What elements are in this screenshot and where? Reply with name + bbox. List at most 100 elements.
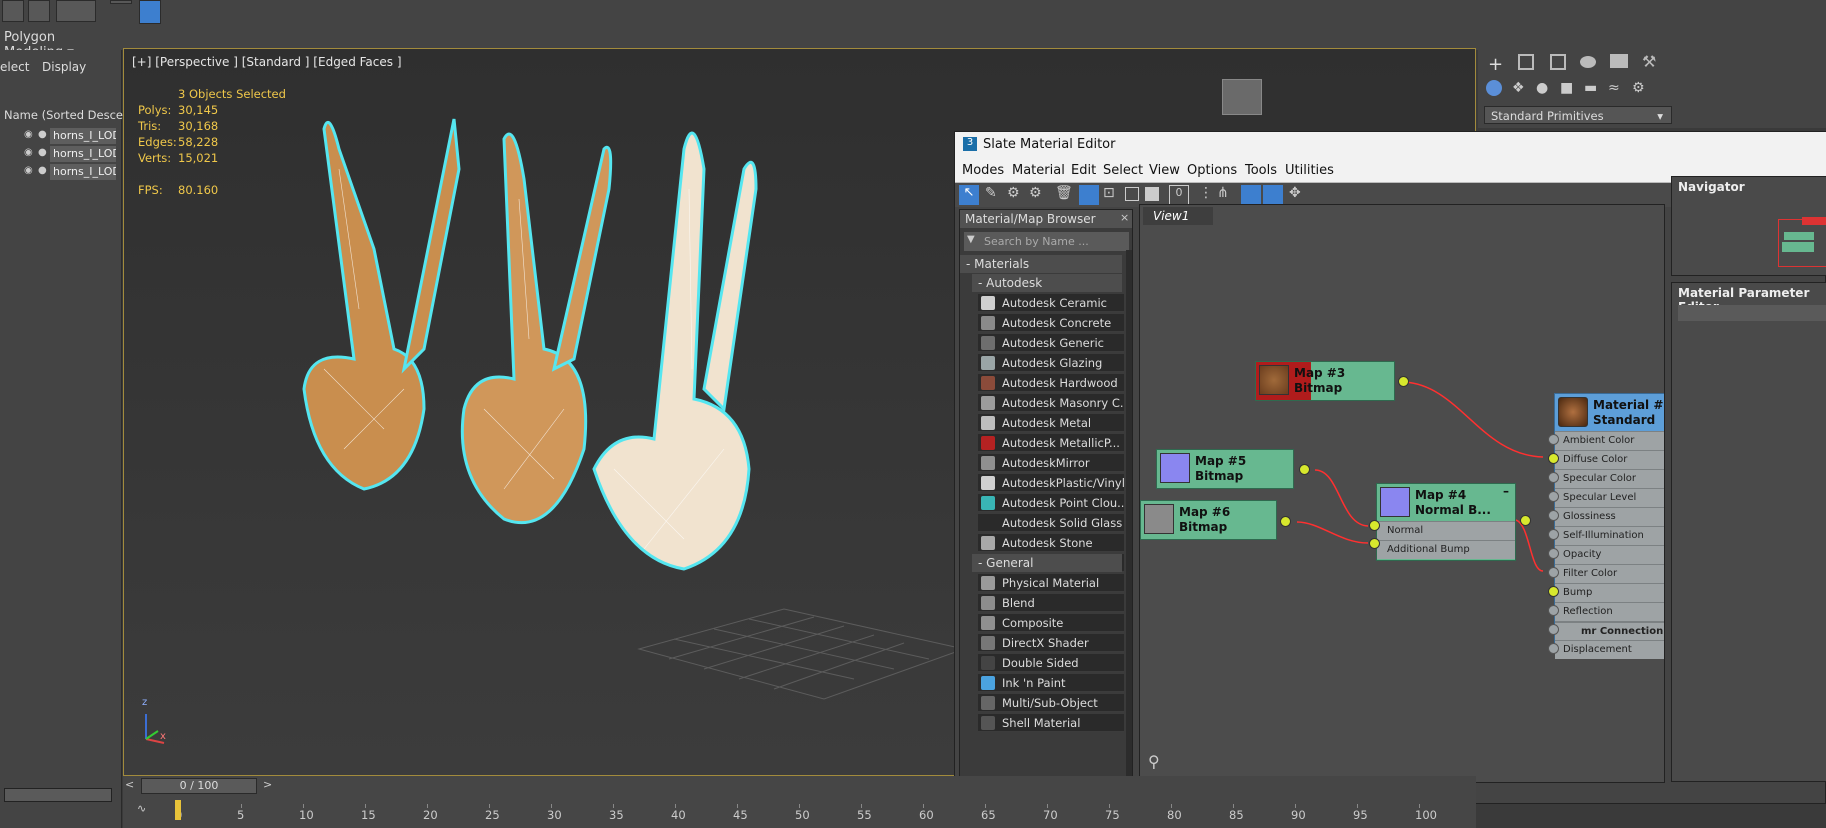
geometry-icon[interactable] [1486, 80, 1502, 96]
general-group[interactable]: - General [972, 554, 1122, 572]
column-header[interactable]: Name (Sorted Descend [4, 108, 138, 122]
select-by-material-icon[interactable]: ✥ [1289, 185, 1301, 201]
input-socket[interactable] [1548, 472, 1559, 483]
layout-children-icon[interactable]: ⋔ [1217, 185, 1229, 201]
input-socket[interactable] [1548, 605, 1559, 616]
toolbar-button[interactable] [110, 0, 132, 4]
toolbar-button[interactable] [28, 0, 50, 22]
viewcube[interactable] [1222, 79, 1262, 115]
menu-options[interactable]: Options [1187, 163, 1237, 178]
eye-icon[interactable]: ◉ [24, 165, 36, 176]
motion-tab-icon[interactable] [1580, 56, 1596, 68]
toolbar-button[interactable] [2, 0, 24, 22]
lock-icon[interactable]: ⊡ [1103, 185, 1115, 201]
put-to-scene-icon[interactable]: ⚙ [1007, 185, 1020, 201]
browser-item[interactable]: Autodesk Hardwood [978, 374, 1124, 392]
browser-item[interactable]: Autodesk MetallicP... [978, 434, 1124, 452]
scene-object-row[interactable]: horns_I_LOD [50, 146, 116, 162]
output-socket[interactable] [1520, 515, 1531, 526]
tab-select[interactable]: elect [0, 60, 29, 74]
tab-display[interactable]: Display [42, 60, 86, 74]
browser-item[interactable]: Ink 'n Paint [978, 674, 1124, 692]
search-input[interactable]: Search by Name ... [964, 232, 1129, 251]
browser-scrollbar[interactable] [1126, 250, 1132, 782]
input-socket[interactable] [1369, 538, 1380, 549]
toolbar-button[interactable] [56, 0, 96, 22]
browser-item[interactable]: Autodesk Glazing [978, 354, 1124, 372]
menu-modes[interactable]: Modes [962, 163, 1004, 178]
horizontal-scrollbar[interactable] [4, 788, 112, 802]
output-socket[interactable] [1280, 516, 1291, 527]
freeze-icon[interactable]: ● [38, 129, 50, 140]
material-slot[interactable]: Filter Color [1555, 564, 1664, 583]
browser-toggle-icon[interactable] [1241, 185, 1261, 205]
material-slot[interactable]: Opacity [1555, 545, 1664, 564]
eyedropper-icon[interactable]: ✎ [985, 185, 997, 201]
node-map6[interactable]: Map #6 Bitmap [1140, 500, 1277, 540]
browser-item[interactable]: Autodesk Masonry C... [978, 394, 1124, 412]
select-tool-icon[interactable]: ↖ [959, 185, 979, 205]
menu-select[interactable]: Select [1103, 163, 1143, 178]
output-socket[interactable] [1299, 464, 1310, 475]
browser-item[interactable]: Blend [978, 594, 1124, 612]
input-socket[interactable] [1548, 434, 1559, 445]
material-slot[interactable]: Glossiness [1555, 507, 1664, 526]
systems-icon[interactable]: ⚙ [1632, 80, 1645, 96]
hierarchy-tab-icon[interactable] [1550, 54, 1566, 70]
input-socket[interactable] [1548, 491, 1559, 502]
material-slot[interactable]: Diffuse Color [1555, 450, 1664, 469]
scene-object-row[interactable]: horns_I_LOD [50, 164, 116, 180]
node-map3[interactable]: Map #3 Bitmap [1255, 361, 1395, 401]
material-slot[interactable]: Reflection [1555, 602, 1664, 621]
browser-item[interactable]: Multi/Sub-Object [978, 694, 1124, 712]
browser-item[interactable]: Autodesk Generic [978, 334, 1124, 352]
menu-material[interactable]: Material [1012, 163, 1065, 178]
show-map-icon[interactable] [1125, 187, 1139, 201]
browser-item[interactable]: Autodesk Concrete [978, 314, 1124, 332]
show-bg-icon[interactable] [1145, 187, 1159, 201]
collapse-icon[interactable]: – [1503, 484, 1509, 498]
spacewarps-icon[interactable]: ≈ [1608, 80, 1620, 96]
time-slider[interactable]: 0 / 100 [141, 778, 257, 794]
lights-icon[interactable]: ● [1536, 80, 1548, 96]
node-material8[interactable]: Material #8 Standard Ambient Color Diffus… [1554, 393, 1664, 659]
input-socket[interactable] [1548, 548, 1559, 559]
browser-item[interactable]: AutodeskMirror [978, 454, 1124, 472]
layout-icon[interactable]: ⋮ [1199, 185, 1213, 201]
autodesk-group[interactable]: - Autodesk [972, 274, 1122, 292]
eye-icon[interactable]: ◉ [24, 129, 36, 140]
window-titlebar[interactable]: 3 Slate Material Editor [955, 132, 1826, 158]
browser-item[interactable]: AutodeskPlastic/Vinyl [978, 474, 1124, 492]
browser-item[interactable]: Physical Material [978, 574, 1124, 592]
material-slot[interactable]: Bump [1555, 583, 1664, 602]
input-socket[interactable] [1548, 586, 1559, 597]
binoculars-icon[interactable]: ⚲ [1148, 752, 1160, 771]
output-socket[interactable] [1398, 376, 1409, 387]
ribbon-dropdown[interactable]: Polygon Modeling ▾ [0, 28, 120, 60]
cameras-icon[interactable]: ■ [1560, 80, 1573, 96]
input-socket[interactable] [1548, 529, 1559, 540]
shapes-icon[interactable]: ❖ [1512, 80, 1525, 96]
display-tab-icon[interactable] [1610, 54, 1628, 68]
create-tab-icon[interactable]: + [1488, 54, 1503, 75]
helpers-icon[interactable]: ▬ [1584, 80, 1597, 96]
input-socket[interactable] [1369, 520, 1380, 531]
node-map5[interactable]: Map #5 Bitmap [1156, 449, 1294, 489]
browser-item[interactable]: Autodesk Point Clou... [978, 494, 1124, 512]
material-slot[interactable]: Displacement [1555, 640, 1664, 659]
close-icon[interactable]: × [1120, 211, 1129, 224]
browser-item[interactable]: DirectX Shader [978, 634, 1124, 652]
browser-item[interactable]: Shell Material [978, 714, 1124, 732]
next-frame-icon[interactable]: > [263, 778, 277, 794]
freeze-icon[interactable]: ● [38, 147, 50, 158]
assign-material-icon[interactable]: ⚙ [1029, 185, 1042, 201]
input-socket[interactable] [1548, 567, 1559, 578]
browser-item[interactable]: Autodesk Solid Glass [978, 514, 1124, 532]
input-socket[interactable] [1548, 453, 1559, 464]
menu-view[interactable]: View [1149, 163, 1180, 178]
menu-edit[interactable]: Edit [1071, 163, 1096, 178]
scene-object-row[interactable]: horns_I_LOD [50, 128, 116, 144]
node-view[interactable]: View1 Map #3 Bitmap Map #5 Bitmap Map #6… [1139, 204, 1665, 783]
prev-frame-icon[interactable]: < [125, 778, 139, 794]
time-marker[interactable] [175, 800, 181, 820]
